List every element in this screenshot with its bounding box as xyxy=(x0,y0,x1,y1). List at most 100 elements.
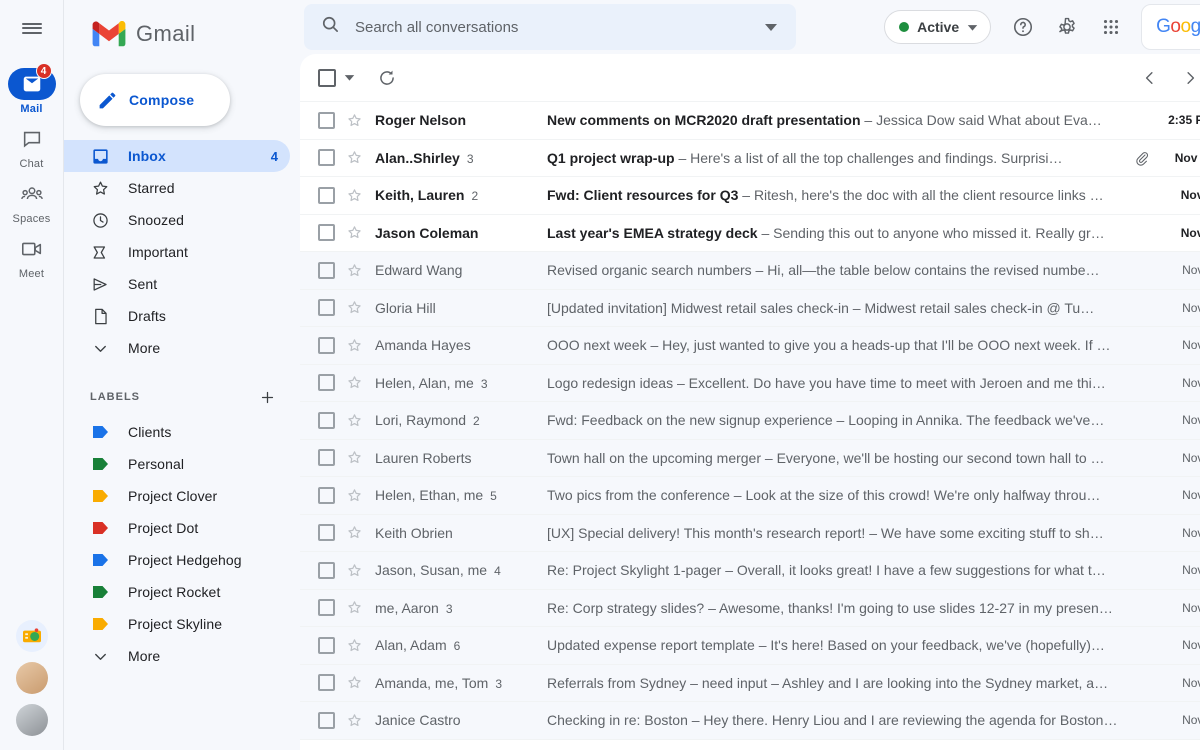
label-item-personal[interactable]: Personal xyxy=(64,448,290,480)
star-icon[interactable] xyxy=(343,337,365,354)
star-icon[interactable] xyxy=(343,637,365,654)
table-row[interactable]: Amanda, me, Tom 3 Referrals from Sydney – … xyxy=(300,664,1200,702)
label-item-project-rocket[interactable]: Project Rocket xyxy=(64,576,290,608)
row-checkbox[interactable] xyxy=(318,711,335,729)
presence-avatar-2[interactable] xyxy=(15,704,48,736)
search-input[interactable] xyxy=(355,18,754,36)
row-checkbox[interactable] xyxy=(318,486,335,504)
hamburger-icon[interactable] xyxy=(12,8,52,48)
row-checkbox[interactable] xyxy=(318,299,335,317)
row-checkbox[interactable] xyxy=(318,336,335,354)
star-icon[interactable] xyxy=(343,224,365,241)
table-row[interactable]: Alan, Adam 6 Updated expense report templa… xyxy=(300,627,1200,665)
table-row[interactable]: Alan..Shirley 3 Q1 project wrap-up – Here'… xyxy=(300,139,1200,177)
app-rail-items: 4 Mail Chat Spaces Meet xyxy=(0,63,64,282)
next-page-button[interactable] xyxy=(1173,61,1200,95)
help-icon[interactable] xyxy=(1003,7,1043,47)
prev-page-button[interactable] xyxy=(1133,61,1167,95)
table-row[interactable]: Helen, Ethan, me 5 Two pics from the confe… xyxy=(300,477,1200,515)
row-checkbox[interactable] xyxy=(318,561,335,579)
row-checkbox[interactable] xyxy=(318,261,335,279)
row-checkbox[interactable] xyxy=(318,186,335,204)
refresh-icon[interactable] xyxy=(370,61,404,95)
table-row[interactable]: Amanda Hayes OOO next week – Hey, just wa… xyxy=(300,327,1200,365)
search-bar[interactable] xyxy=(304,4,796,50)
row-checkbox[interactable] xyxy=(318,449,335,467)
row-checkbox[interactable] xyxy=(318,524,335,542)
labels-more[interactable]: More xyxy=(64,640,290,672)
email-sender-name: Jason Coleman xyxy=(375,224,479,241)
star-icon[interactable] xyxy=(343,712,365,729)
rail-item-meet[interactable]: Meet xyxy=(0,229,64,282)
row-checkbox[interactable] xyxy=(318,224,335,242)
rail-item-mail[interactable]: 4 Mail xyxy=(0,63,64,117)
compose-button[interactable]: Compose xyxy=(80,74,230,126)
row-checkbox[interactable] xyxy=(318,111,335,129)
star-icon[interactable] xyxy=(343,449,365,466)
select-all-checkbox[interactable] xyxy=(318,68,336,87)
email-subject-snippet: Revised organic search numbers – Hi, all… xyxy=(547,262,1131,278)
star-icon[interactable] xyxy=(343,374,365,391)
sidebar-item-inbox[interactable]: Inbox 4 xyxy=(64,140,290,172)
account-chip[interactable]: Google xyxy=(1141,4,1200,50)
row-checkbox[interactable] xyxy=(318,636,335,654)
compose-label: Compose xyxy=(129,92,195,108)
star-icon[interactable] xyxy=(343,487,365,504)
select-all-dropdown[interactable] xyxy=(336,65,362,91)
chevron-down-icon xyxy=(967,24,978,31)
table-row[interactable]: Janice Castro Checking in re: Boston – He… xyxy=(300,702,1200,740)
star-icon[interactable] xyxy=(343,599,365,616)
star-icon[interactable] xyxy=(343,524,365,541)
presence-avatar-status[interactable] xyxy=(15,620,48,652)
sidebar-item-starred[interactable]: Starred xyxy=(64,172,290,204)
sidebar-item-sent[interactable]: Sent xyxy=(64,268,290,300)
email-subject-snippet: Referrals from Sydney – need input – Ash… xyxy=(547,675,1131,691)
star-icon[interactable] xyxy=(343,299,365,316)
plus-icon[interactable] xyxy=(256,386,278,408)
table-row[interactable]: Keith Obrien [UX] Special delivery! This … xyxy=(300,514,1200,552)
rail-item-spaces[interactable]: Spaces xyxy=(0,174,64,227)
star-icon[interactable] xyxy=(343,674,365,691)
table-row[interactable]: Gloria Hill [Updated invitation] Midwest … xyxy=(300,289,1200,327)
table-row[interactable]: Lori, Raymond 2 Fwd: Feedback on the new s… xyxy=(300,402,1200,440)
table-row[interactable]: Helen, Alan, me 3 Logo redesign ideas – Ex… xyxy=(300,364,1200,402)
sidebar-item-drafts[interactable]: Drafts xyxy=(64,300,290,332)
table-row[interactable]: Roger Nelson New comments on MCR2020 draf… xyxy=(300,102,1200,140)
table-row[interactable]: Edward Wang Revised organic search number… xyxy=(300,252,1200,290)
search-options-button[interactable] xyxy=(754,10,788,44)
label-item-project-hedgehog[interactable]: Project Hedgehog xyxy=(64,544,290,576)
gmail-brand[interactable]: Gmail xyxy=(64,6,300,62)
label-item-project-clover[interactable]: Project Clover xyxy=(64,480,290,512)
star-icon[interactable] xyxy=(343,412,365,429)
table-row[interactable]: Keith, Lauren 2 Fwd: Client resources for … xyxy=(300,177,1200,215)
sidebar-item-important[interactable]: Important xyxy=(64,236,290,268)
email-subject-snippet: OOO next week – Hey, just wanted to give… xyxy=(547,337,1131,353)
row-checkbox[interactable] xyxy=(318,411,335,429)
gear-icon[interactable] xyxy=(1047,7,1087,47)
label-item-clients[interactable]: Clients xyxy=(64,416,290,448)
apps-grid-icon[interactable] xyxy=(1091,7,1131,47)
rail-item-chat[interactable]: Chat xyxy=(0,119,64,172)
row-checkbox[interactable] xyxy=(318,374,335,392)
table-row[interactable]: Jason Coleman Last year's EMEA strategy d… xyxy=(300,214,1200,252)
star-icon[interactable] xyxy=(343,262,365,279)
star-icon[interactable] xyxy=(343,149,365,166)
star-icon[interactable] xyxy=(343,562,365,579)
email-sender: Amanda, me, Tom 3 xyxy=(375,675,547,691)
status-badge[interactable]: Active xyxy=(884,10,992,44)
label-item-project-skyline[interactable]: Project Skyline xyxy=(64,608,290,640)
email-snippet: – Hi, all—the table below contains the r… xyxy=(751,262,1100,279)
row-checkbox[interactable] xyxy=(318,599,335,617)
table-row[interactable]: Jason, Susan, me 4 Re: Project Skylight 1-… xyxy=(300,552,1200,590)
sidebar-item-snoozed[interactable]: Snoozed xyxy=(64,204,290,236)
row-checkbox[interactable] xyxy=(318,674,335,692)
label-item-project-dot[interactable]: Project Dot xyxy=(64,512,290,544)
star-icon[interactable] xyxy=(343,187,365,204)
table-row[interactable]: Lauren Roberts Town hall on the upcoming … xyxy=(300,439,1200,477)
presence-avatar-1[interactable] xyxy=(15,662,48,694)
table-row[interactable]: me, Aaron 3 Re: Corp strategy slides? – Aw… xyxy=(300,589,1200,627)
label-item-clients-label: Clients xyxy=(128,424,172,440)
sidebar-item-more[interactable]: More xyxy=(64,332,290,364)
star-icon[interactable] xyxy=(343,112,365,129)
row-checkbox[interactable] xyxy=(318,149,335,167)
